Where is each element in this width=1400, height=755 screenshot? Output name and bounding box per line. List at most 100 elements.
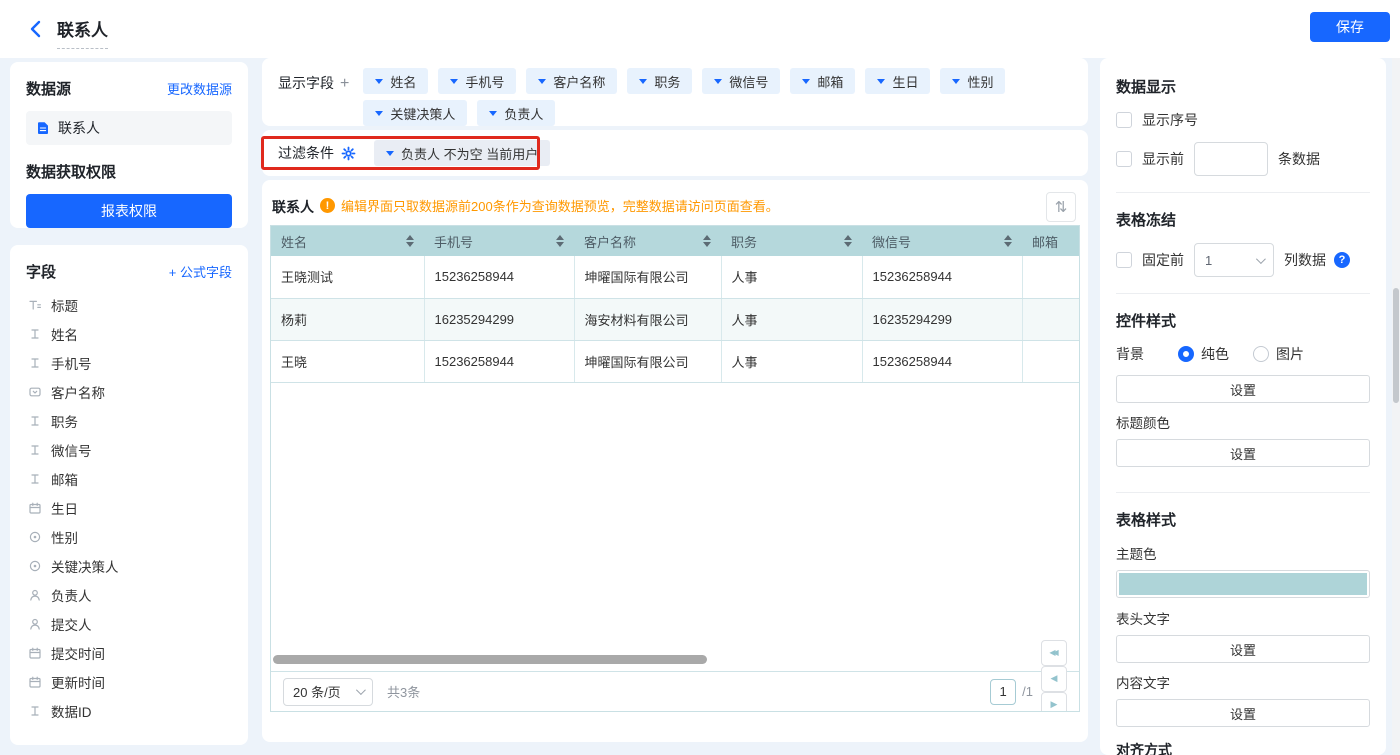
- show-first-checkbox[interactable]: [1116, 151, 1132, 167]
- background-set-button[interactable]: 设置: [1116, 375, 1370, 403]
- person-icon: [28, 617, 42, 631]
- field-item-label: 性别: [51, 527, 78, 547]
- text-icon: [28, 443, 42, 457]
- table-cell: [1022, 256, 1080, 298]
- sort-carets-icon[interactable]: [1004, 235, 1012, 247]
- calendar-icon: [28, 675, 42, 689]
- freeze-checkbox[interactable]: [1116, 252, 1132, 268]
- field-item-7[interactable]: 生日: [26, 493, 232, 522]
- sort-carets-icon[interactable]: [556, 235, 564, 247]
- help-icon[interactable]: ?: [1334, 252, 1350, 268]
- column-header-1[interactable]: 手机号: [424, 226, 574, 256]
- vertical-scrollbar-thumb[interactable]: [1393, 288, 1399, 403]
- display-field-chip-8[interactable]: 关键决策人: [363, 100, 467, 126]
- current-page-input[interactable]: 1: [990, 679, 1016, 705]
- select-icon: [28, 385, 42, 399]
- table-cell: 人事: [721, 256, 862, 298]
- field-item-0[interactable]: 标题: [26, 290, 232, 319]
- chevron-down-icon: [877, 79, 885, 84]
- table-cell: 15236258944: [862, 256, 1022, 298]
- field-item-label: 手机号: [51, 353, 92, 373]
- field-item-label: 提交人: [51, 614, 92, 634]
- prev-page-button[interactable]: ◀: [1041, 666, 1067, 692]
- field-item-5[interactable]: 微信号: [26, 435, 232, 464]
- save-button[interactable]: 保存: [1310, 12, 1390, 42]
- solid-color-radio[interactable]: [1178, 346, 1194, 362]
- theme-color-picker[interactable]: [1116, 570, 1370, 598]
- show-index-checkbox[interactable]: [1116, 112, 1132, 128]
- first-page-button[interactable]: ◀◀: [1041, 640, 1067, 666]
- column-header-2[interactable]: 客户名称: [574, 226, 721, 256]
- sort-carets-icon[interactable]: [703, 235, 711, 247]
- title-color-label: 标题颜色: [1116, 412, 1370, 432]
- sort-carets-icon[interactable]: [844, 235, 852, 247]
- document-icon: [36, 121, 50, 135]
- field-item-8[interactable]: 性别: [26, 522, 232, 551]
- field-item-2[interactable]: 手机号: [26, 348, 232, 377]
- filter-condition-chip[interactable]: 负责人 不为空 当前用户: [374, 140, 550, 166]
- horizontal-scrollbar[interactable]: [273, 655, 707, 664]
- divider: [1116, 192, 1370, 193]
- display-field-chip-5[interactable]: 邮箱: [790, 68, 855, 94]
- column-header-3[interactable]: 职务: [721, 226, 862, 256]
- field-item-1[interactable]: 姓名: [26, 319, 232, 348]
- gear-icon[interactable]: [341, 146, 356, 161]
- header-text-label: 表头文字: [1116, 608, 1370, 628]
- field-item-14[interactable]: 数据ID: [26, 696, 232, 725]
- field-item-4[interactable]: 职务: [26, 406, 232, 435]
- field-item-label: 邮箱: [51, 469, 78, 489]
- field-item-3[interactable]: 客户名称: [26, 377, 232, 406]
- display-field-chip-2[interactable]: 客户名称: [526, 68, 617, 94]
- chevron-down-icon: [386, 151, 394, 156]
- display-field-chip-0[interactable]: 姓名: [363, 68, 428, 94]
- chevron-down-icon: [375, 111, 383, 116]
- image-radio[interactable]: [1253, 346, 1269, 362]
- field-item-6[interactable]: 邮箱: [26, 464, 232, 493]
- vertical-scrollbar-track: [1392, 0, 1400, 755]
- display-field-chip-6[interactable]: 生日: [865, 68, 930, 94]
- text-icon: [28, 327, 42, 341]
- report-permission-button[interactable]: 报表权限: [26, 194, 232, 228]
- field-item-13[interactable]: 更新时间: [26, 667, 232, 696]
- page-size-select[interactable]: 20 条/页: [283, 678, 373, 706]
- show-first-count-input[interactable]: [1194, 142, 1268, 176]
- divider: [1116, 293, 1370, 294]
- column-label: 手机号: [434, 232, 473, 251]
- chevron-down-icon: [450, 79, 458, 84]
- display-field-chip-1[interactable]: 手机号: [438, 68, 516, 94]
- sort-order-button[interactable]: ⇅: [1046, 192, 1076, 222]
- datasource-item[interactable]: 联系人: [26, 111, 232, 145]
- display-field-chip-7[interactable]: 性别: [940, 68, 1005, 94]
- content-text-set-button[interactable]: 设置: [1116, 699, 1370, 727]
- datasource-panel: 数据源 更改数据源 联系人 数据获取权限 报表权限: [10, 62, 248, 228]
- back-icon[interactable]: [28, 20, 42, 38]
- title-color-set-button[interactable]: 设置: [1116, 439, 1370, 467]
- text-icon: [28, 414, 42, 428]
- column-header-5[interactable]: 邮箱: [1022, 226, 1080, 256]
- display-field-chip-9[interactable]: 负责人: [477, 100, 555, 126]
- add-formula-field-link[interactable]: + 公式字段: [169, 262, 232, 281]
- column-header-4[interactable]: 微信号: [862, 226, 1022, 256]
- show-index-label: 显示序号: [1142, 110, 1198, 130]
- chevron-down-icon: [1256, 254, 1266, 264]
- field-item-10[interactable]: 负责人: [26, 580, 232, 609]
- preview-table: 姓名手机号客户名称职务微信号邮箱 王晓测试15236258944坤曜国际有限公司…: [271, 226, 1080, 383]
- sort-carets-icon[interactable]: [406, 235, 414, 247]
- display-field-chip-4[interactable]: 微信号: [702, 68, 780, 94]
- field-item-9[interactable]: 关键决策人: [26, 551, 232, 580]
- next-page-button[interactable]: ▶: [1041, 692, 1067, 713]
- field-item-label: 姓名: [51, 324, 78, 344]
- table-cell: 杨莉: [271, 298, 424, 340]
- column-label: 职务: [731, 232, 757, 251]
- freeze-count-select[interactable]: 1: [1194, 243, 1274, 277]
- header-text-set-button[interactable]: 设置: [1116, 635, 1370, 663]
- person-icon: [28, 588, 42, 602]
- table-row-1: 杨莉16235294299海安材料有限公司人事16235294299: [271, 298, 1080, 340]
- column-header-0[interactable]: 姓名: [271, 226, 424, 256]
- change-datasource-link[interactable]: 更改数据源: [167, 79, 232, 98]
- field-item-12[interactable]: 提交时间: [26, 638, 232, 667]
- pagination-bar: 20 条/页 共3条 1 /1 ◀◀◀▶▶▶: [271, 671, 1079, 711]
- display-field-chip-3[interactable]: 职务: [627, 68, 692, 94]
- field-item-11[interactable]: 提交人: [26, 609, 232, 638]
- add-display-field-button[interactable]: +: [340, 75, 349, 92]
